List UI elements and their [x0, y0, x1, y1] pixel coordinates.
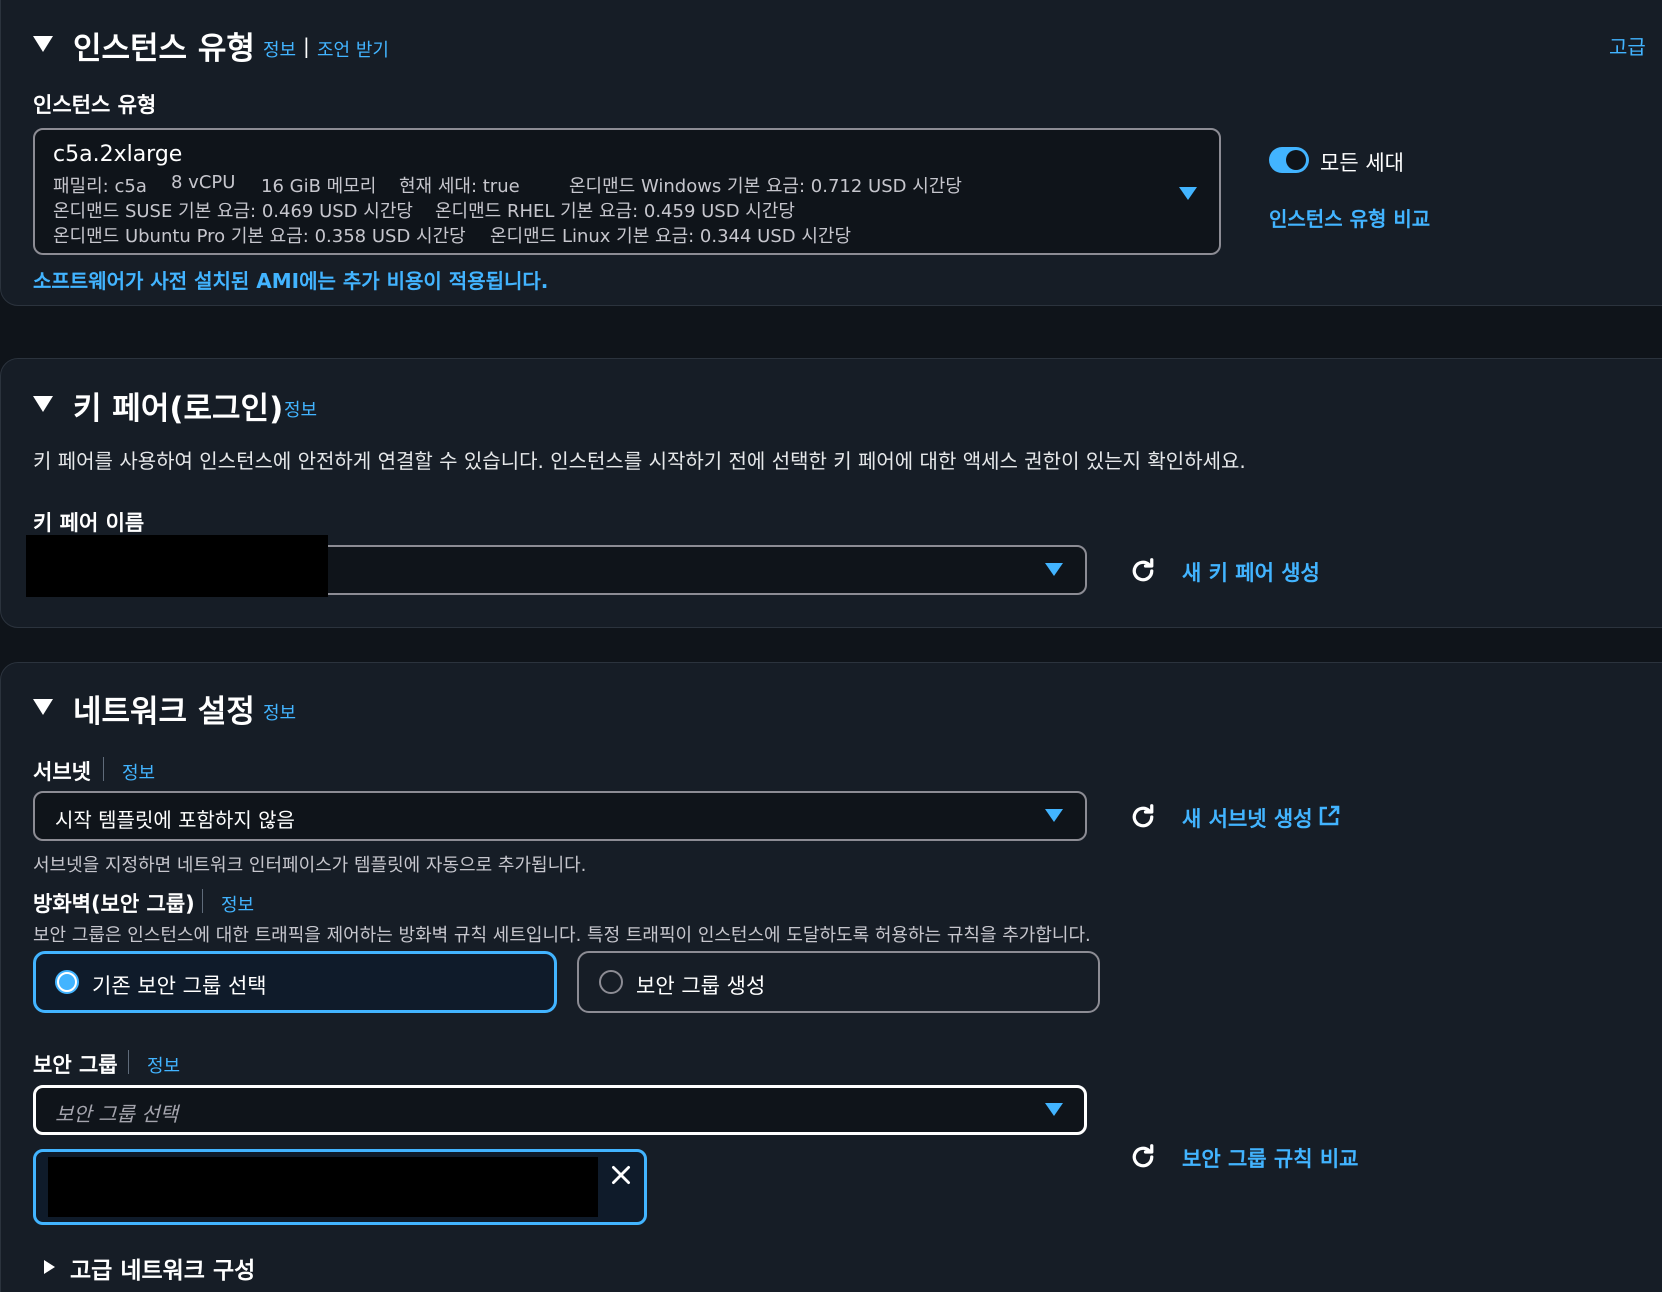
ubuntu-price: 온디맨드 Ubuntu Pro 기본 요금: 0.358 USD 시간당	[53, 226, 466, 247]
radio-selected-icon	[55, 970, 79, 994]
chevron-down-icon	[1045, 563, 1063, 576]
expand-caret-icon[interactable]	[33, 36, 53, 52]
section-title-network: 네트워크 설정	[73, 694, 255, 730]
security-group-placeholder: 보안 그룹 선택	[55, 1102, 179, 1126]
windows-price: 온디맨드 Windows 기본 요금: 0.712 USD 시간당	[569, 176, 962, 197]
info-link[interactable]: 정보	[263, 36, 296, 62]
advanced-link[interactable]: 고급	[1609, 31, 1646, 60]
suse-price: 온디맨드 SUSE 기본 요금: 0.469 USD 시간당	[53, 201, 413, 222]
instance-type-name: c5a.2xlarge	[53, 142, 183, 167]
advice-link[interactable]: 조언 받기	[317, 36, 389, 62]
key-pair-description: 키 페어를 사용하여 인스턴스에 안전하게 연결할 수 있습니다. 인스턴스를 …	[33, 449, 1246, 473]
create-security-group-label: 보안 그룹 생성	[636, 974, 766, 998]
expand-caret-icon[interactable]	[33, 396, 53, 412]
section-title-instance-type: 인스턴스 유형	[73, 31, 255, 67]
ami-cost-note-link[interactable]: 소프트웨어가 사전 설치된 AMI에는 추가 비용이 적용됩니다.	[33, 265, 548, 294]
advanced-network-config-toggle[interactable]: 고급 네트워크 구성	[70, 1251, 255, 1285]
chevron-down-icon	[1179, 187, 1197, 200]
section-title-key-pair: 키 페어(로그인)	[73, 391, 284, 427]
all-generations-label: 모든 세대	[1320, 151, 1404, 175]
instance-current-gen: 현재 세대: true	[399, 176, 520, 197]
subnet-label: 서브넷	[33, 760, 91, 784]
instance-type-select[interactable]: c5a.2xlarge 패밀리: c5a 8 vCPU 16 GiB 메모리 현…	[33, 128, 1221, 255]
linux-price: 온디맨드 Linux 기본 요금: 0.344 USD 시간당	[490, 226, 852, 247]
key-pair-panel: 키 페어(로그인) 정보 키 페어를 사용하여 인스턴스에 안전하게 연결할 수…	[0, 358, 1662, 628]
link-divider: |	[303, 34, 310, 58]
radio-dot	[59, 974, 75, 990]
existing-security-group-label: 기존 보안 그룹 선택	[92, 974, 267, 998]
instance-family: 패밀리: c5a	[53, 176, 147, 197]
info-link[interactable]: 정보	[284, 396, 317, 422]
instance-type-field-label: 인스턴스 유형	[33, 93, 157, 117]
refresh-icon[interactable]	[1128, 802, 1158, 832]
network-settings-panel: 네트워크 설정 정보 서브넷 정보 시작 템플릿에 포함하지 않음 서브넷을 지…	[0, 662, 1662, 1292]
subnet-info-link[interactable]: 정보	[122, 759, 155, 785]
create-security-group-option[interactable]: 보안 그룹 생성	[577, 951, 1100, 1013]
expand-caret-icon[interactable]	[33, 699, 53, 715]
compare-security-group-rules-link[interactable]: 보안 그룹 규칙 비교	[1182, 1143, 1359, 1173]
label-separator	[103, 757, 104, 781]
instance-vcpu: 8 vCPU	[171, 172, 236, 193]
create-subnet-link[interactable]: 새 서브넷 생성	[1182, 803, 1313, 833]
label-separator	[128, 1050, 129, 1074]
subnet-value: 시작 템플릿에 포함하지 않음	[55, 808, 295, 832]
firewall-label: 방화벽(보안 그룹)	[33, 892, 195, 916]
chevron-down-icon	[1045, 1103, 1063, 1116]
info-link[interactable]: 정보	[263, 699, 296, 725]
rhel-price: 온디맨드 RHEL 기본 요금: 0.459 USD 시간당	[435, 201, 795, 222]
security-group-info-link[interactable]: 정보	[147, 1052, 180, 1078]
key-pair-name-label: 키 페어 이름	[33, 511, 145, 535]
firewall-info-link[interactable]: 정보	[221, 891, 254, 917]
toggle-knob	[1286, 150, 1306, 170]
subnet-select[interactable]: 시작 템플릿에 포함하지 않음	[33, 791, 1087, 841]
expand-caret-right-icon[interactable]	[44, 1260, 55, 1274]
subnet-help-text: 서브넷을 지정하면 네트워크 인터페이스가 템플릿에 자동으로 추가됩니다.	[33, 855, 587, 876]
label-separator	[202, 889, 203, 913]
selected-security-group-token[interactable]	[33, 1149, 647, 1225]
security-group-label: 보안 그룹	[33, 1053, 118, 1077]
all-generations-toggle[interactable]	[1269, 147, 1309, 173]
existing-security-group-option[interactable]: 기존 보안 그룹 선택	[33, 951, 557, 1013]
compare-instance-types-link[interactable]: 인스턴스 유형 비교	[1269, 203, 1430, 232]
redacted-key-pair-value	[26, 535, 328, 597]
create-key-pair-link[interactable]: 새 키 페어 생성	[1182, 557, 1320, 587]
radio-empty-icon	[599, 970, 623, 994]
close-icon[interactable]	[608, 1162, 634, 1188]
firewall-description: 보안 그룹은 인스턴스에 대한 트래픽을 제어하는 방화벽 규칙 세트입니다. …	[33, 925, 1091, 946]
instance-memory: 16 GiB 메모리	[261, 176, 377, 197]
refresh-icon[interactable]	[1128, 1142, 1158, 1172]
instance-type-panel: 인스턴스 유형 정보 | 조언 받기 고급 인스턴스 유형 c5a.2xlarg…	[0, 0, 1662, 306]
redacted-security-group-value	[48, 1157, 598, 1217]
refresh-icon[interactable]	[1128, 556, 1158, 586]
security-group-select[interactable]: 보안 그룹 선택	[33, 1085, 1087, 1135]
chevron-down-icon	[1045, 809, 1063, 822]
external-link-icon	[1319, 805, 1340, 826]
